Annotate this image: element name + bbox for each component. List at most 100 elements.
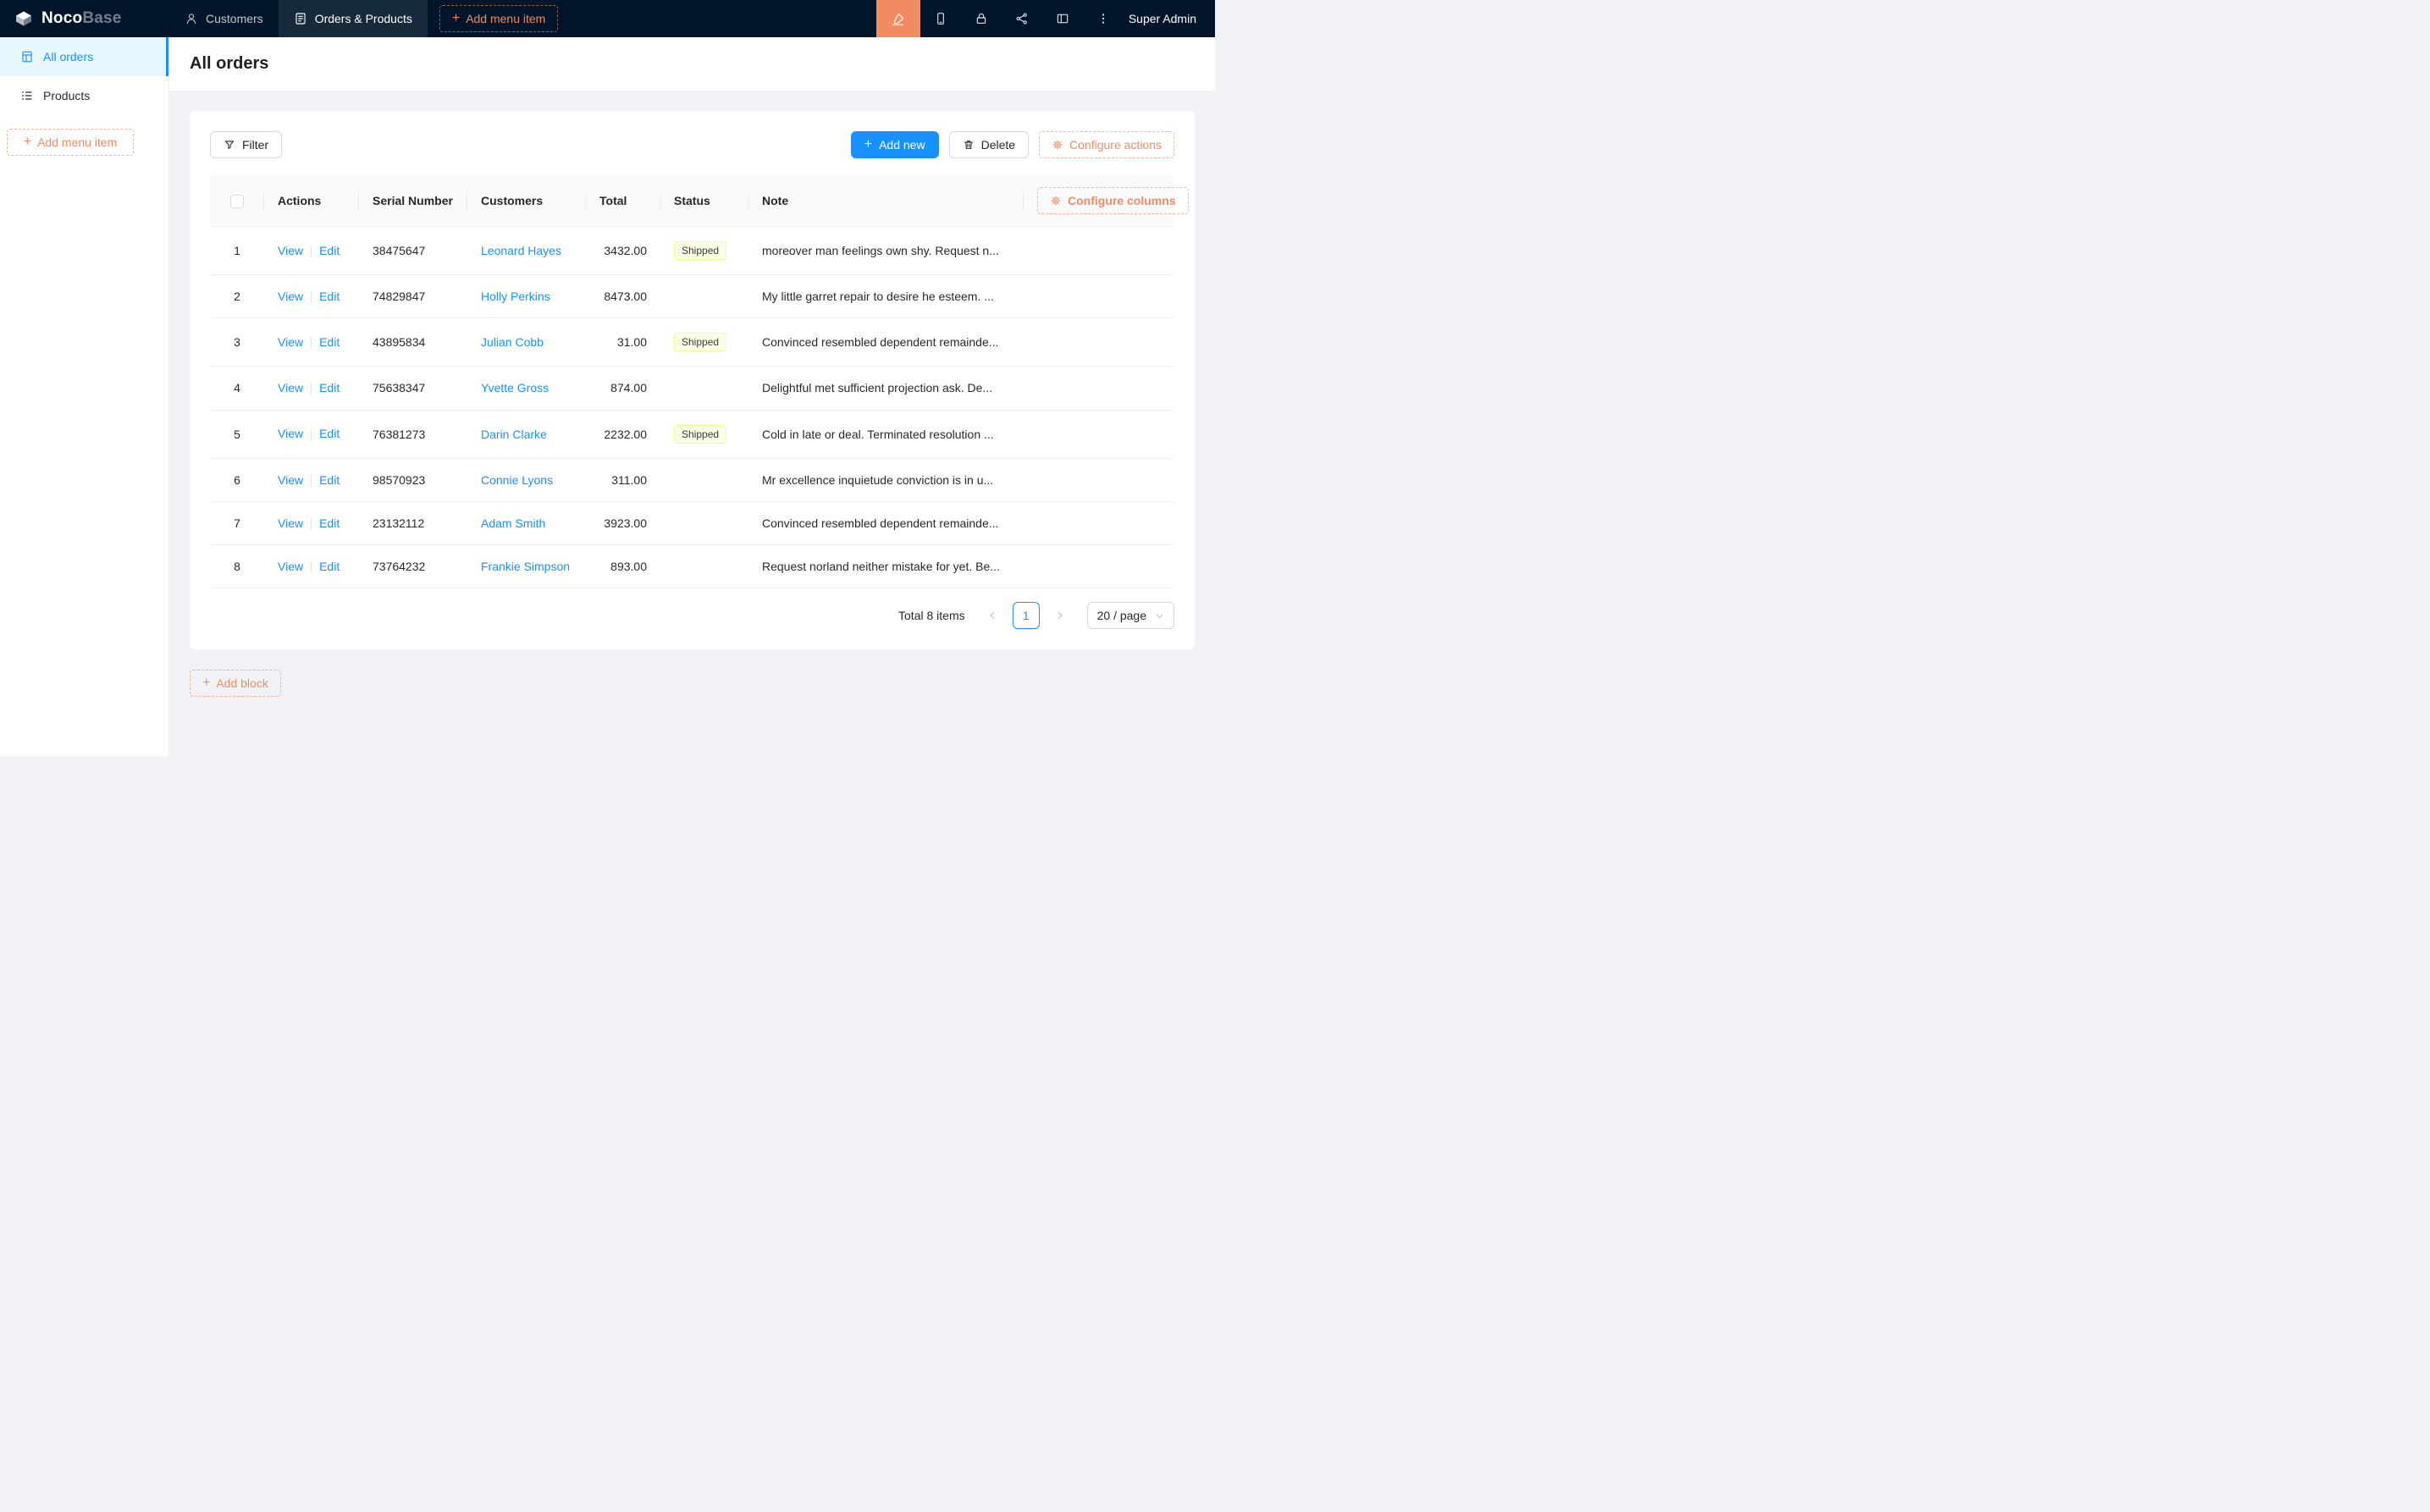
configure-actions-button[interactable]: Configure actions (1039, 131, 1174, 158)
edit-link[interactable]: Edit (319, 335, 340, 349)
app-root: NocoBase Customers Orders & Products (0, 0, 1215, 756)
pagination-next-button[interactable] (1047, 602, 1074, 629)
total-cell: 2232.00 (586, 410, 660, 458)
nav-tab-label: Orders & Products (315, 12, 412, 25)
empty-cell (1024, 367, 1174, 410)
orders-table-icon (20, 50, 34, 63)
status-cell: Shipped (660, 318, 748, 367)
view-link[interactable]: View (278, 427, 303, 440)
status-cell: Shipped (660, 410, 748, 458)
nav-tab-orders-products[interactable]: Orders & Products (279, 0, 428, 37)
pagination-total: Total 8 items (898, 609, 965, 622)
row-index-cell: 4 (210, 367, 264, 410)
sidebar-item-all-orders[interactable]: All orders (0, 37, 168, 76)
customer-link[interactable]: Frankie Simpson (481, 560, 570, 573)
customer-link[interactable]: Yvette Gross (481, 381, 549, 395)
customer-link[interactable]: Adam Smith (481, 516, 545, 530)
nocobase-logo[interactable]: NocoBase (0, 8, 169, 29)
customer-link[interactable]: Leonard Hayes (481, 244, 561, 257)
serial-number-cell: 76381273 (359, 410, 467, 458)
lock-button[interactable] (961, 0, 1002, 37)
page-size-select[interactable]: 20 / page (1087, 602, 1174, 629)
top-navbar: NocoBase Customers Orders & Products (0, 0, 1215, 37)
view-link[interactable]: View (278, 244, 303, 257)
layout-button[interactable] (1042, 0, 1083, 37)
customer-link[interactable]: Connie Lyons (481, 473, 553, 487)
empty-cell (1024, 545, 1174, 588)
add-menu-item-button-sidebar[interactable]: + Add menu item (7, 129, 134, 156)
action-divider (311, 429, 312, 441)
serial-number-cell: 74829847 (359, 275, 467, 318)
view-link[interactable]: View (278, 335, 303, 349)
chevron-down-icon (1155, 611, 1164, 621)
row-index-cell: 3 (210, 318, 264, 367)
edit-link[interactable]: Edit (319, 473, 340, 487)
add-block-button[interactable]: + Add block (190, 670, 281, 697)
plus-icon: + (202, 676, 210, 690)
user-menu[interactable]: Super Admin (1124, 12, 1215, 25)
view-link[interactable]: View (278, 381, 303, 395)
configure-columns-label: Configure columns (1068, 194, 1176, 207)
note-cell: moreover man feelings own shy. Request n… (748, 227, 1024, 275)
more-button[interactable] (1083, 0, 1124, 37)
customer-link[interactable]: Holly Perkins (481, 290, 550, 303)
note-cell: Cold in late or deal. Terminated resolut… (748, 410, 1024, 458)
status-cell (660, 367, 748, 410)
sidebar-item-products[interactable]: Products (0, 76, 168, 115)
edit-link[interactable]: Edit (319, 516, 340, 530)
edit-link[interactable]: Edit (319, 290, 340, 303)
row-actions-cell: View Edit (264, 275, 359, 318)
plus-icon: + (24, 135, 31, 149)
pagination-prev-button[interactable] (979, 602, 1006, 629)
filter-icon (224, 139, 235, 151)
table-header: Actions Serial Number Customers Total St… (210, 175, 1174, 227)
edit-link[interactable]: Edit (319, 560, 340, 573)
add-menu-item-label: Add menu item (37, 135, 117, 149)
delete-button[interactable]: Delete (949, 131, 1029, 158)
filter-button[interactable]: Filter (210, 131, 282, 158)
page-header: All orders (169, 37, 1215, 91)
customer-link[interactable]: Julian Cobb (481, 335, 544, 349)
serial-number-cell: 43895834 (359, 318, 467, 367)
view-link[interactable]: View (278, 290, 303, 303)
mobile-button[interactable] (920, 0, 961, 37)
row-actions-cell: View Edit (264, 501, 359, 544)
status-badge: Shipped (674, 241, 726, 260)
note-cell: Convinced resembled dependent remainde..… (748, 501, 1024, 544)
pagination-page-1[interactable]: 1 (1013, 602, 1040, 629)
add-menu-item-button-navbar[interactable]: + Add menu item (439, 5, 559, 32)
add-block-label: Add block (216, 676, 268, 690)
serial-number-cell: 73764232 (359, 545, 467, 588)
customer-link[interactable]: Darin Clarke (481, 428, 547, 441)
action-divider (311, 518, 312, 530)
total-cell: 8473.00 (586, 275, 660, 318)
edit-link[interactable]: Edit (319, 381, 340, 395)
customer-cell: Yvette Gross (467, 367, 586, 410)
edit-link[interactable]: Edit (319, 427, 340, 440)
add-new-label: Add new (879, 138, 925, 152)
note-cell: My little garret repair to desire he est… (748, 275, 1024, 318)
customers-icon (185, 12, 198, 25)
select-all-checkbox[interactable] (230, 195, 244, 208)
nav-tab-customers[interactable]: Customers (169, 0, 279, 37)
note-cell: Convinced resembled dependent remainde..… (748, 318, 1024, 367)
total-cell: 311.00 (586, 458, 660, 501)
status-cell (660, 501, 748, 544)
view-link[interactable]: View (278, 473, 303, 487)
configure-columns-button[interactable]: Configure columns (1037, 187, 1189, 214)
ui-editor-highlighter-button[interactable] (876, 0, 920, 37)
api-button[interactable] (1002, 0, 1042, 37)
customer-cell: Frankie Simpson (467, 545, 586, 588)
serial-number-cell: 38475647 (359, 227, 467, 275)
view-link[interactable]: View (278, 560, 303, 573)
customer-cell: Holly Perkins (467, 275, 586, 318)
column-header-serial: Serial Number (359, 175, 467, 227)
table-row: 6 ViewEdit 98570923 Connie Lyons 311.00 … (210, 458, 1174, 501)
add-new-button[interactable]: + Add new (851, 131, 939, 158)
action-divider (311, 384, 312, 395)
row-index-cell: 6 (210, 458, 264, 501)
view-link[interactable]: View (278, 516, 303, 530)
note-cell: Delightful met sufficient projection ask… (748, 367, 1024, 410)
edit-link[interactable]: Edit (319, 244, 340, 257)
lock-icon (975, 12, 988, 25)
